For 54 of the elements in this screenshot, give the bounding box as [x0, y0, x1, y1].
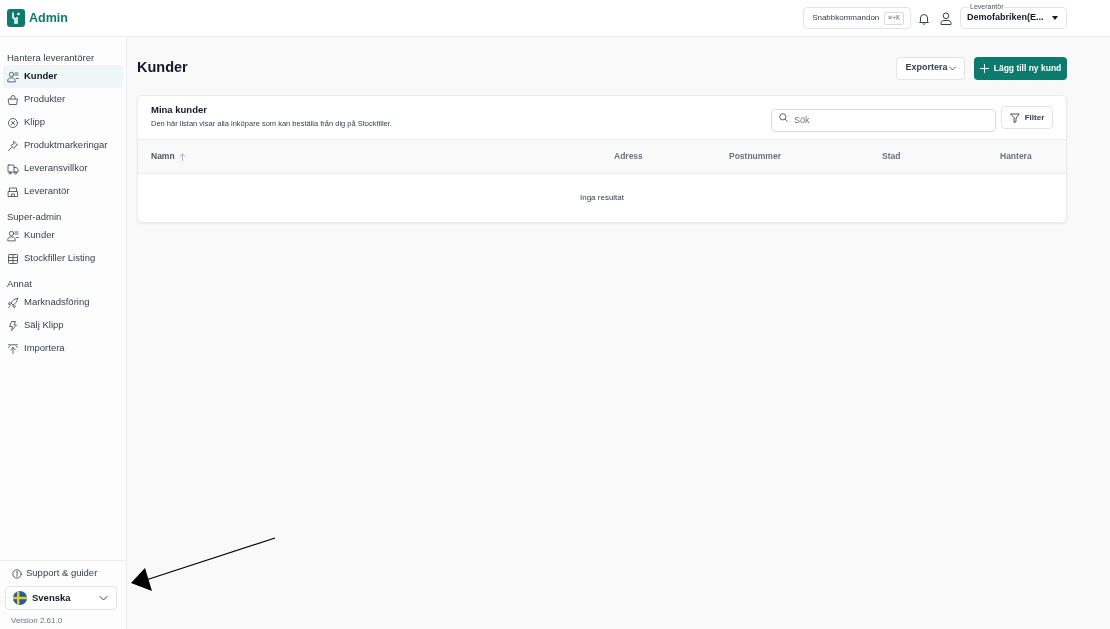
card-title: Mina kunder: [151, 103, 208, 116]
filter-icon: [1009, 112, 1020, 123]
rocket-icon: [7, 296, 19, 309]
chevron-down-icon: [99, 595, 108, 601]
empty-message: Inga resultat: [580, 192, 624, 204]
users-icon: [7, 229, 19, 242]
column-header[interactable]: Adress: [614, 150, 643, 163]
version-text: Version 2.61.0: [10, 615, 64, 627]
column-header[interactable]: Stad: [882, 150, 901, 163]
filter-button[interactable]: Filter: [1001, 106, 1053, 129]
export-button[interactable]: Exportera: [896, 56, 965, 80]
logo-icon: [7, 9, 25, 27]
sidebar-item[interactable]: Stockfiller Listing: [3, 247, 123, 270]
table-icon: [7, 252, 19, 265]
sidebar-item[interactable]: Produktmarkeringar: [3, 134, 123, 157]
shop-icon: [7, 185, 19, 198]
supplier-select-value: Demofabriken(E...: [967, 11, 1044, 25]
page-title: Kunder: [137, 58, 188, 78]
sidebar-item[interactable]: Sälj Klipp: [3, 314, 123, 337]
support-link[interactable]: Support & guider: [5, 566, 121, 581]
column-header[interactable]: Namn: [151, 150, 186, 163]
column-header[interactable]: Hantera: [1000, 150, 1032, 163]
sidebar-section-heading: Super-admin: [6, 210, 63, 224]
circle-x-icon: [7, 116, 19, 129]
truck-icon: [7, 162, 19, 175]
sidebar-item[interactable]: Marknadsföring: [3, 291, 123, 314]
search-field[interactable]: Sök: [771, 108, 996, 132]
users-icon: [7, 70, 19, 83]
chevron-down-icon: [948, 65, 956, 71]
app-name: Admin: [29, 9, 68, 27]
sidebar-item[interactable]: Leverantör: [3, 180, 123, 203]
upload-icon: [7, 342, 19, 355]
caret-icon: [1052, 16, 1058, 20]
info-icon: [12, 568, 22, 579]
sidebar-item[interactable]: Kunder: [3, 65, 123, 88]
add-customer-button[interactable]: Lägg till ny kund: [974, 56, 1067, 80]
sidebar-item[interactable]: Klipp: [3, 111, 123, 134]
bell-icon[interactable]: [918, 11, 930, 25]
language-select[interactable]: Svenska: [5, 586, 117, 610]
sweden-flag-icon: [13, 591, 27, 605]
sidebar-item[interactable]: Kunder: [3, 224, 123, 247]
pin-icon: [7, 139, 19, 152]
search-icon: [779, 113, 788, 122]
sidebar-section-heading: Hantera leverantörer: [6, 51, 96, 65]
plus-icon: [979, 63, 989, 73]
sidebar-section-heading: Annat: [6, 277, 33, 291]
user-icon[interactable]: [940, 11, 952, 25]
lightning-icon: [7, 319, 19, 332]
sort-arrow-up-icon: [178, 152, 186, 161]
sidebar-item[interactable]: Leveransvillkor: [3, 157, 123, 180]
basket-icon: [7, 93, 19, 106]
sidebar-item[interactable]: Importera: [3, 337, 123, 360]
sidebar-item[interactable]: Produkter: [3, 88, 123, 111]
column-header[interactable]: Postnummer: [729, 150, 781, 163]
